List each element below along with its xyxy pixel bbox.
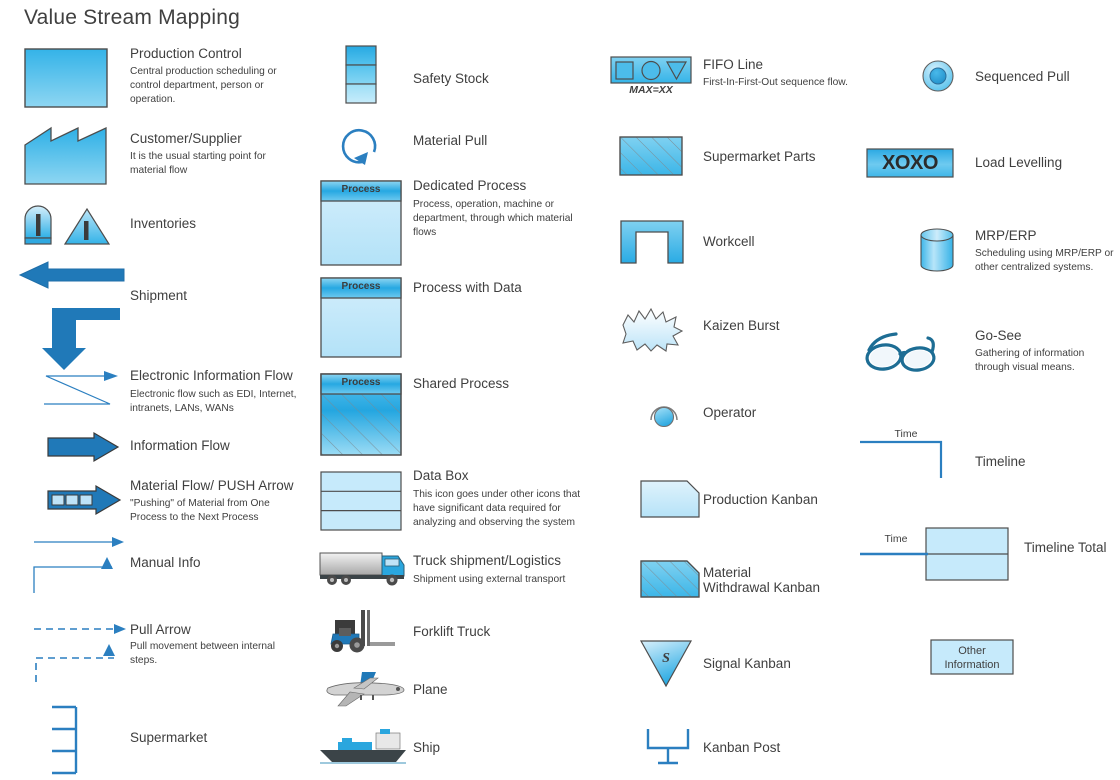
shipment-arrow-icon [18, 261, 130, 296]
item-title-go-see: Go-See [975, 328, 1022, 343]
information-flow-arrow-icon [47, 431, 120, 463]
item-desc-data-box: This icon goes under other icons that ha… [413, 489, 581, 528]
item-desc-electronic-information-flow: Electronic flow such as EDI, Internet, i… [130, 389, 297, 414]
signal-kanban-icon-label: S [662, 651, 670, 666]
mrp-erp-cylinder-icon [919, 228, 955, 272]
item-desc-production-control: Central production scheduling or control… [130, 66, 277, 105]
item-title-material-pull: Material Pull [413, 133, 488, 148]
item-title-workcell: Workcell [703, 234, 755, 249]
process-with-data-icon-label: Process [341, 281, 381, 292]
item-title-mrp-erp: MRP/ERP [975, 228, 1037, 243]
item-title-production-control: Production Control [130, 46, 242, 61]
item-title-safety-stock: Safety Stock [413, 71, 489, 86]
electronic-information-flow-icon [40, 368, 130, 408]
glasses-icon [862, 328, 944, 376]
item-title-forklift-truck: Forklift Truck [413, 624, 491, 639]
item-title-manual-info: Manual Info [130, 555, 201, 570]
supermarket-icon [50, 705, 94, 775]
timeline-total-icon-label: Time [884, 533, 908, 545]
item-title-information-flow: Information Flow [130, 438, 230, 453]
data-box-icon [320, 471, 402, 531]
push-arrow-icon [47, 484, 124, 516]
supermarket-parts-icon [619, 136, 683, 176]
sequenced-pull-icon [922, 60, 954, 92]
load-levelling-icon-label: XOXO [882, 152, 938, 174]
operator-icon [648, 396, 682, 430]
item-title-pull-arrow: Pull Arrow [130, 622, 191, 637]
material-withdrawal-kanban-icon [640, 560, 700, 598]
safety-stock-icon [345, 45, 379, 107]
manual-info-icon [32, 535, 128, 597]
workcell-icon [620, 220, 684, 264]
item-title-load-levelling: Load Levelling [975, 155, 1063, 170]
item-desc-customer-supplier: It is the usual starting point for mater… [130, 151, 266, 176]
item-title-dedicated-process: Dedicated Process [413, 178, 527, 193]
signal-kanban-icon: S [639, 640, 693, 688]
forklift-icon [325, 608, 401, 654]
timeline-icon-label: Time [894, 428, 918, 440]
fifo-line-icon [610, 56, 692, 84]
item-title-kanban-post: Kanban Post [703, 740, 781, 755]
item-title-customer-supplier: Customer/Supplier [130, 131, 242, 146]
item-title-shared-process: Shared Process [413, 376, 510, 391]
inventories-icon [22, 205, 112, 247]
item-title-timeline: Timeline [975, 454, 1026, 469]
item-title-material-flow-push-arrow: Material Flow/ PUSH Arrow [130, 478, 294, 493]
bent-shipment-arrow-icon [40, 308, 120, 370]
item-title-ship: Ship [413, 740, 441, 755]
item-title-sequenced-pull: Sequenced Pull [975, 69, 1070, 84]
item-title-shipment: Shipment [130, 288, 188, 303]
item-desc-dedicated-process: Process, operation, machine or departmen… [413, 199, 573, 238]
kaizen-burst-icon [618, 305, 684, 353]
item-title-production-kanban: Production Kanban [703, 492, 818, 507]
item-title-process-with-data: Process with Data [413, 280, 522, 295]
fifo-line-icon-label: MAX=XX [629, 84, 673, 96]
item-title-electronic-information-flow: Electronic Information Flow [130, 368, 293, 383]
item-desc-pull-arrow: Pull movement between internal steps. [130, 641, 275, 666]
legend-canvas: Value Stream Mapping Production Control … [0, 0, 1120, 780]
page-title: Value Stream Mapping [24, 6, 241, 29]
item-title-signal-kanban: Signal Kanban [703, 656, 791, 671]
item-desc-mrp-erp: Scheduling using MRP/ERP or other centra… [975, 248, 1114, 273]
item-desc-material-flow-push-arrow: "Pushing" of Material from One Process t… [130, 498, 270, 523]
item-title-operator: Operator [703, 405, 757, 420]
truck-icon [318, 550, 408, 586]
pull-arrow-icon [32, 620, 128, 686]
item-desc-fifo-line: First-In-First-Out sequence flow. [703, 77, 848, 88]
kanban-post-icon [645, 727, 691, 767]
material-pull-icon [338, 122, 388, 168]
production-kanban-icon [640, 480, 700, 518]
item-title-supermarket: Supermarket [130, 730, 208, 745]
production-control-box-icon [24, 48, 108, 108]
item-desc-go-see: Gathering of information through visual … [975, 348, 1085, 373]
item-title-truck-shipment: Truck shipment/Logistics [413, 553, 562, 568]
item-title-plane: Plane [413, 682, 448, 697]
item-title-timeline-total: Timeline Total [1024, 540, 1107, 555]
ship-icon [318, 728, 410, 766]
item-desc-truck-shipment: Shipment using external transport [413, 574, 566, 585]
factory-icon [24, 126, 108, 185]
item-title-inventories: Inventories [130, 216, 197, 231]
shared-process-icon-label: Process [341, 377, 381, 388]
other-information-icon-label: Other Information [944, 645, 1000, 671]
plane-icon [320, 670, 406, 710]
item-title-data-box: Data Box [413, 468, 469, 483]
item-title-fifo-line: FIFO Line [703, 57, 764, 72]
dedicated-process-icon-label: Process [341, 184, 381, 195]
